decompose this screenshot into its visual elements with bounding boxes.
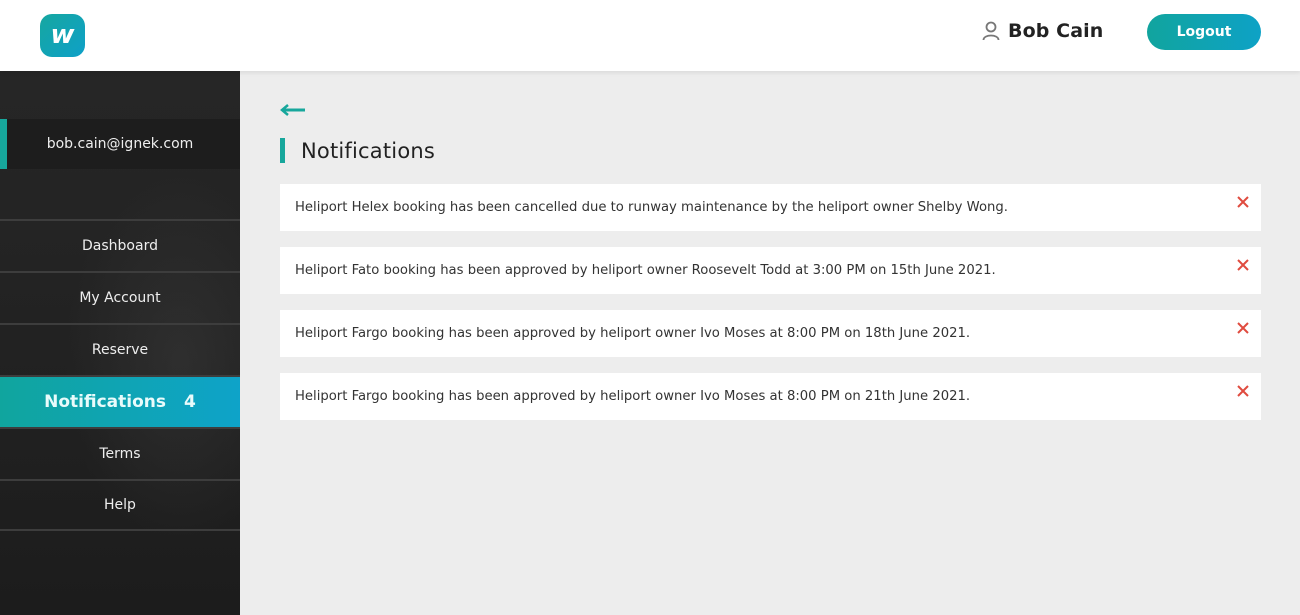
sidebar-item-my-account[interactable]: My Account <box>0 271 240 323</box>
close-icon[interactable] <box>1235 320 1251 336</box>
title-accent-bar <box>280 138 285 163</box>
app-logo[interactable]: w <box>40 14 85 57</box>
page-title: Notifications <box>301 138 436 163</box>
notification-list: Heliport Helex booking has been cancelle… <box>280 184 1261 436</box>
notification-item: Heliport Fato booking has been approved … <box>280 247 1261 294</box>
close-icon[interactable] <box>1235 194 1251 210</box>
top-header: w Bob Cain Logout <box>0 0 1300 71</box>
main-content: Notifications Heliport Helex booking has… <box>240 71 1300 615</box>
notification-count-badge: 4 <box>184 392 196 412</box>
notification-text: Heliport Fato booking has been approved … <box>295 263 996 278</box>
user-icon <box>982 21 1000 41</box>
sidebar-item-label: Reserve <box>91 342 149 358</box>
notification-item: Heliport Helex booking has been cancelle… <box>280 184 1261 231</box>
email-accent-bar <box>0 119 7 169</box>
sidebar-item-notifications[interactable]: Notifications 4 <box>0 375 240 427</box>
close-icon[interactable] <box>1235 383 1251 399</box>
back-arrow-icon[interactable] <box>280 101 308 119</box>
notification-item: Heliport Fargo booking has been approved… <box>280 373 1261 420</box>
user-email-row: bob.cain@ignek.com <box>0 119 240 169</box>
sidebar-item-terms[interactable]: Terms <box>0 427 240 479</box>
sidebar-item-help[interactable]: Help <box>0 479 240 531</box>
sidebar-item-label: Notifications <box>44 392 167 412</box>
sidebar-nav: Dashboard My Account Reserve Notificatio… <box>0 219 240 531</box>
notification-text: Heliport Fargo booking has been approved… <box>295 389 971 404</box>
user-email: bob.cain@ignek.com <box>46 136 194 152</box>
sidebar: bob.cain@ignek.com Dashboard My Account … <box>0 71 240 615</box>
sidebar-item-dashboard[interactable]: Dashboard <box>0 219 240 271</box>
sidebar-item-label: My Account <box>79 290 161 306</box>
sidebar-item-reserve[interactable]: Reserve <box>0 323 240 375</box>
close-icon[interactable] <box>1235 257 1251 273</box>
sidebar-item-label: Terms <box>99 446 141 462</box>
user-info: Bob Cain <box>982 20 1103 42</box>
notification-text: Heliport Fargo booking has been approved… <box>295 326 971 341</box>
notification-item: Heliport Fargo booking has been approved… <box>280 310 1261 357</box>
logout-button[interactable]: Logout <box>1147 14 1261 50</box>
page-title-wrap: Notifications <box>280 138 435 163</box>
sidebar-item-label: Help <box>104 497 136 513</box>
user-name: Bob Cain <box>1008 20 1104 42</box>
notification-text: Heliport Helex booking has been cancelle… <box>295 200 1008 215</box>
logo-glyph: w <box>50 19 75 50</box>
sidebar-item-label: Dashboard <box>82 238 158 254</box>
